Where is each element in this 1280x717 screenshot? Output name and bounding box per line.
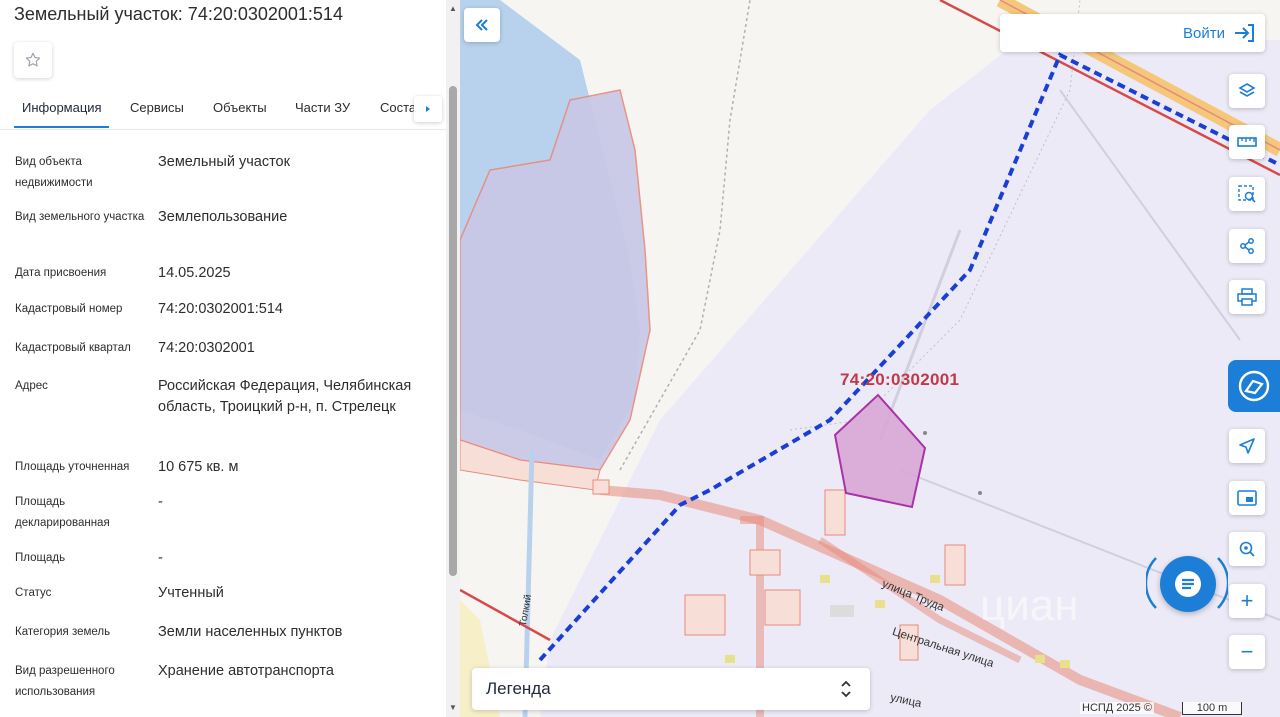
property-value: - bbox=[158, 550, 163, 566]
property-label: Статус bbox=[15, 587, 52, 599]
property-value: Хранение автотранспорта bbox=[158, 663, 334, 679]
property-value: Земли населенных пунктов bbox=[158, 624, 343, 640]
nspd-services-tab[interactable] bbox=[1228, 360, 1280, 412]
nspd-logo-icon bbox=[1238, 370, 1270, 402]
share-button[interactable] bbox=[1229, 229, 1265, 263]
quarter-label: 74:20:0302001 bbox=[840, 370, 960, 389]
property-value: Земельный участок bbox=[158, 154, 290, 170]
property-label: Вид разрешенного использования bbox=[15, 665, 115, 698]
map-view[interactable]: циан 74:20:0302001 улица Труда Центральн… bbox=[460, 0, 1280, 717]
property-label: Площадь уточненная bbox=[15, 461, 130, 473]
tab-info[interactable]: Информация bbox=[22, 100, 102, 115]
property-label: Категория земель bbox=[15, 626, 111, 638]
legend-dropdown[interactable]: Легенда bbox=[472, 668, 870, 710]
ruler-button[interactable] bbox=[1229, 125, 1265, 159]
property-value: 10 675 кв. м bbox=[158, 459, 239, 475]
navigation-icon bbox=[1239, 438, 1255, 454]
property-value: 74:20:0302001 bbox=[158, 340, 255, 356]
location-search-button[interactable] bbox=[1229, 532, 1265, 566]
scroll-up-arrow[interactable]: ▲ bbox=[448, 4, 458, 14]
property-label: Адрес bbox=[15, 380, 48, 392]
property-label: Кадастровый квартал bbox=[15, 342, 131, 354]
area-select-button[interactable] bbox=[1229, 177, 1265, 211]
tab-objects[interactable]: Объекты bbox=[213, 100, 267, 115]
zoom-out-icon: − bbox=[1240, 639, 1254, 664]
layers-button[interactable] bbox=[1229, 74, 1265, 108]
page-title: Земельный участок: 74:20:0302001:514 bbox=[14, 4, 343, 24]
zoom-out-button[interactable]: − bbox=[1229, 635, 1265, 669]
property-value: 74:20:0302001:514 bbox=[158, 301, 283, 317]
scrollbar-thumb[interactable] bbox=[449, 86, 457, 576]
login-icon bbox=[1235, 24, 1254, 42]
share-icon bbox=[1240, 238, 1254, 254]
map-attribution: НСПД 2025 © bbox=[1080, 702, 1154, 714]
property-value: Российская Федерация, Челябинская област… bbox=[158, 378, 412, 415]
minimap-icon bbox=[1237, 490, 1257, 506]
active-tab-indicator bbox=[14, 126, 109, 128]
print-icon bbox=[1237, 288, 1257, 306]
chat-button[interactable] bbox=[1160, 556, 1216, 612]
ruler-icon bbox=[1237, 137, 1257, 147]
tab-services[interactable]: Сервисы bbox=[130, 100, 184, 115]
minimap-button[interactable] bbox=[1229, 481, 1265, 515]
property-label: Вид земельного участка bbox=[15, 211, 145, 223]
zoom-in-icon: + bbox=[1240, 588, 1254, 613]
login-label: Войти bbox=[1183, 25, 1225, 42]
property-value: 14.05.2025 bbox=[158, 265, 231, 281]
tab-bar: Информация Сервисы Объекты Части ЗУ Сост… bbox=[0, 88, 446, 130]
info-panel: Земельный участок: 74:20:0302001:514 Инф… bbox=[0, 0, 460, 717]
property-label: Площадь декларированная bbox=[15, 496, 110, 529]
double-chevron-left-icon bbox=[475, 19, 488, 31]
property-label: Площадь bbox=[15, 552, 66, 564]
login-button[interactable]: Войти bbox=[1000, 14, 1265, 52]
scroll-down-arrow[interactable]: ▼ bbox=[448, 703, 458, 713]
area-select-icon bbox=[1238, 185, 1256, 203]
navigation-button[interactable] bbox=[1229, 429, 1265, 463]
legend-label: Легенда bbox=[486, 679, 551, 698]
property-value: Землепользование bbox=[158, 209, 288, 225]
svg-text:циан: циан bbox=[980, 581, 1079, 630]
layers-icon bbox=[1238, 83, 1256, 97]
star-outline-icon bbox=[25, 52, 41, 67]
property-label: Вид объекта недвижимости bbox=[15, 156, 93, 189]
chevron-up-down-icon bbox=[841, 680, 851, 698]
caret-right-icon bbox=[426, 106, 430, 112]
property-value: Учтенный bbox=[158, 585, 224, 601]
chat-icon bbox=[1175, 571, 1201, 597]
tab-scroll-right-button[interactable] bbox=[414, 96, 442, 122]
property-label: Дата присвоения bbox=[15, 267, 107, 279]
favorite-button[interactable] bbox=[14, 42, 52, 78]
location-search-icon bbox=[1239, 541, 1255, 557]
property-value: - bbox=[158, 494, 163, 510]
zoom-in-button[interactable]: + bbox=[1229, 584, 1265, 618]
print-button[interactable] bbox=[1229, 280, 1265, 314]
tab-parts[interactable]: Части ЗУ bbox=[295, 100, 350, 115]
scale-bar: 100 m bbox=[1182, 702, 1242, 715]
collapse-panel-button[interactable] bbox=[464, 8, 500, 42]
property-label: Кадастровый номер bbox=[15, 303, 123, 315]
